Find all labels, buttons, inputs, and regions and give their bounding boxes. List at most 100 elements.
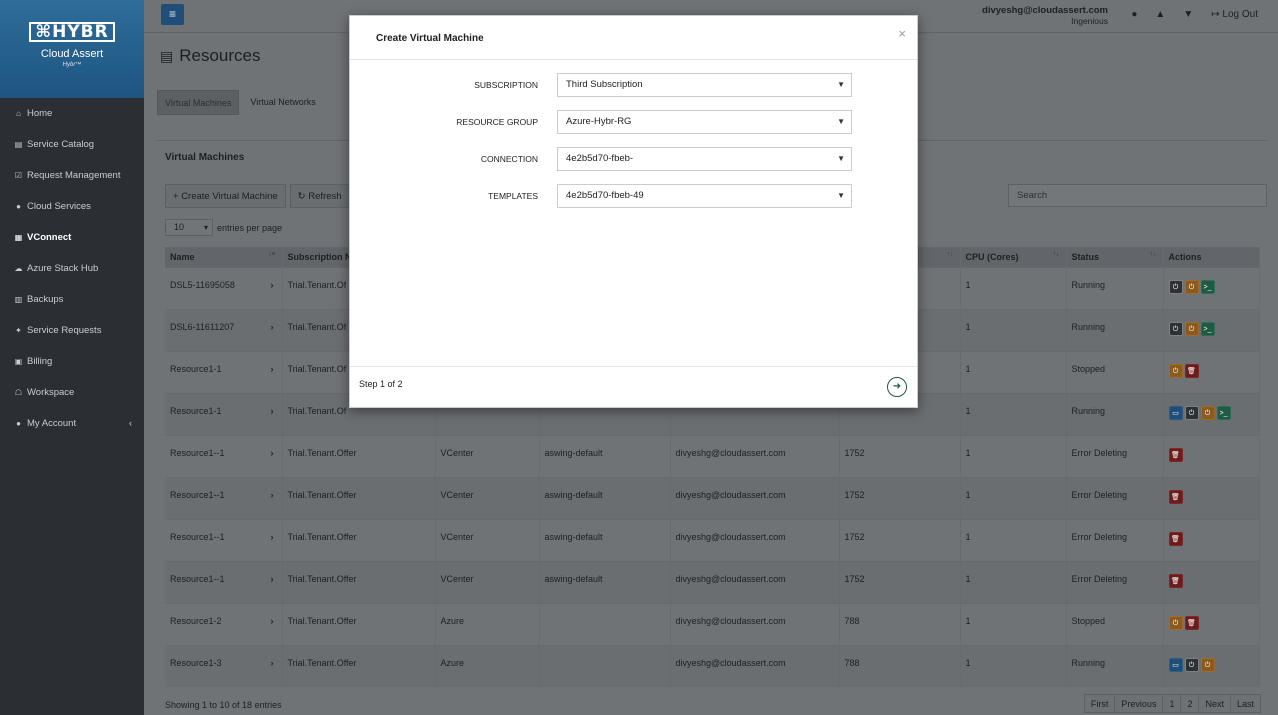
page-last-button[interactable]: Last (1229, 694, 1261, 713)
menu-toggle-button[interactable]: ≡ (161, 4, 184, 25)
entries-select[interactable]: 10 (165, 219, 213, 236)
chevron-right-icon[interactable]: › (271, 658, 274, 668)
trash-icon[interactable]: 🗑 (1168, 573, 1183, 588)
panel-title: Virtual Machines (165, 152, 245, 163)
logo-mark-icon: ⌘ (35, 22, 53, 42)
page-first-button[interactable]: First (1083, 694, 1116, 713)
trash-icon[interactable]: 🗑 (1168, 447, 1183, 462)
cell-status: Error Deleting (1066, 434, 1164, 477)
chevron-right-icon[interactable]: › (271, 490, 274, 500)
table-row: Resource1--1 › Trial.Tenant.Offer VCenter as… (165, 518, 1260, 561)
sidebar-item-service-requests[interactable]: ✦ Service Requests (0, 315, 144, 346)
power-icon[interactable]: ⏻ (1184, 657, 1199, 672)
create-vm-modal: Create Virtual Machine × SUBSCRIPTION Th… (349, 15, 918, 408)
database-icon: ▥ (14, 295, 23, 304)
cell-4: aswing-default (539, 434, 671, 477)
filter-icon[interactable]: ▼ (1183, 9, 1193, 20)
bell-icon[interactable]: ▲ (1155, 9, 1165, 20)
search-input[interactable]: Search (1008, 184, 1267, 207)
restart-icon[interactable]: ⏻ (1168, 363, 1183, 378)
sort-icon: ↑↓ (946, 251, 954, 258)
cell-3: VCenter (435, 518, 540, 561)
col-actions: Actions (1163, 247, 1260, 267)
sidebar-item-request-management[interactable]: ☑ Request Management (0, 160, 144, 191)
console-icon[interactable]: >_ (1200, 279, 1215, 294)
cell-status: Running (1066, 644, 1164, 687)
restart-icon[interactable]: ⏻ (1200, 657, 1215, 672)
col-status[interactable]: Status ↑↓ (1066, 247, 1164, 267)
chevron-right-icon[interactable]: › (271, 364, 274, 374)
sidebar-item-service-catalog[interactable]: ▤ Service Catalog (0, 129, 144, 160)
sidebar-item-label: Service Requests (27, 325, 102, 336)
tab-virtual-machines[interactable]: Virtual Machines (157, 90, 240, 115)
subscription-select[interactable]: Third Subscription ▼ (557, 73, 852, 97)
console-icon[interactable]: >_ (1200, 321, 1215, 336)
restart-icon[interactable]: ⏻ (1200, 405, 1215, 420)
caret-down-icon: ▼ (837, 191, 845, 200)
sidebar-item-billing[interactable]: ▣ Billing (0, 346, 144, 377)
restart-icon[interactable]: ⏻ (1184, 321, 1199, 336)
sidebar-item-backups[interactable]: ▥ Backups (0, 284, 144, 315)
create-vm-button[interactable]: + Create Virtual Machine (165, 184, 286, 208)
page-previous-button[interactable]: Previous (1114, 694, 1164, 713)
resource-group-select[interactable]: Azure-Hybr-RG ▼ (557, 110, 852, 134)
col-actions-label: Actions (1168, 251, 1202, 262)
chevron-right-icon[interactable]: › (271, 532, 274, 542)
sidebar-item-azure-stack-hub[interactable]: ☁ Azure Stack Hub (0, 253, 144, 284)
col-cpu[interactable]: CPU (Cores) ↑↓ (960, 247, 1067, 267)
chevron-right-icon[interactable]: › (271, 406, 274, 416)
console-icon[interactable]: >_ (1216, 405, 1231, 420)
sidebar-item-home[interactable]: ⌂ Home (0, 98, 144, 129)
next-step-button[interactable]: ➜ (887, 377, 907, 397)
user-info[interactable]: divyeshg@cloudassert.com Ingenious (982, 5, 1108, 26)
sidebar-item-cloud-services[interactable]: ● Cloud Services (0, 191, 144, 222)
cell-actions: 🗑 (1163, 560, 1260, 603)
cell-subscription: Trial.Tenant.Offer (282, 602, 436, 645)
chevron-right-icon[interactable]: › (271, 616, 274, 626)
subscription-value: Third Subscription (566, 79, 643, 90)
sidebar-item-vconnect[interactable]: ▦ VConnect (0, 222, 144, 253)
refresh-button[interactable]: ↻ Refresh (289, 184, 350, 208)
chevron-right-icon[interactable]: › (271, 574, 274, 584)
trash-icon[interactable]: 🗑 (1168, 489, 1183, 504)
templates-select[interactable]: 4e2b5d70-fbeb-49 ▼ (557, 184, 852, 208)
page-2-button[interactable]: 2 (1180, 694, 1200, 713)
brand[interactable]: ⌘HYBR Cloud Assert Hybr™ (0, 0, 144, 98)
restart-icon[interactable]: ⏻ (1184, 279, 1199, 294)
cell-status: Error Deleting (1066, 518, 1164, 561)
monitor-icon[interactable]: ▭ (1168, 657, 1183, 672)
sidebar-item-my-account[interactable]: ● My Account ‹ (0, 408, 144, 439)
sidebar-item-workspace[interactable]: ☖ Workspace (0, 377, 144, 408)
cell-name: Resource1-1 › (165, 392, 283, 435)
cell-actions: 🗑 (1163, 434, 1260, 477)
page-next-button[interactable]: Next (1198, 694, 1231, 713)
chevron-right-icon[interactable]: › (271, 448, 274, 458)
close-icon[interactable]: × (898, 26, 906, 41)
tab-virtual-networks[interactable]: Virtual Networks (243, 90, 322, 115)
trash-icon[interactable]: 🗑 (1184, 363, 1199, 378)
page-1-button[interactable]: 1 (1162, 694, 1182, 713)
power-icon[interactable]: ⏻ (1184, 405, 1199, 420)
chevron-right-icon[interactable]: › (271, 322, 274, 332)
col-name[interactable]: Name ↓≡ (165, 247, 283, 267)
connection-select[interactable]: 4e2b5d70-fbeb- ▼ (557, 147, 852, 171)
cell-name: Resource1--1 › (165, 560, 283, 603)
logout-button[interactable]: ↦ Log Out (1211, 9, 1258, 20)
cell-actions: ⏻ 🗑 (1163, 350, 1260, 393)
cell-name: Resource1-2 › (165, 602, 283, 645)
chevron-right-icon[interactable]: › (271, 280, 274, 290)
monitor-icon[interactable]: ▭ (1168, 405, 1183, 420)
power-icon[interactable]: ⏻ (1168, 279, 1183, 294)
cell-actions: ⏻ 🗑 (1163, 602, 1260, 645)
trash-icon[interactable]: 🗑 (1184, 615, 1199, 630)
trash-icon[interactable]: 🗑 (1168, 531, 1183, 546)
vm-name: DSL5-11695058 (170, 279, 235, 290)
vm-name: Resource1-3 (170, 657, 222, 668)
table-row: Resource1--1 › Trial.Tenant.Offer VCenter as… (165, 560, 1260, 603)
server-icon: ▦ (14, 233, 23, 242)
sidebar-item-label: Home (27, 108, 53, 119)
globe-icon[interactable]: ● (1131, 9, 1137, 20)
power-icon[interactable]: ⏻ (1168, 321, 1183, 336)
restart-icon[interactable]: ⏻ (1168, 615, 1183, 630)
page-title-text: Resources (179, 46, 261, 65)
